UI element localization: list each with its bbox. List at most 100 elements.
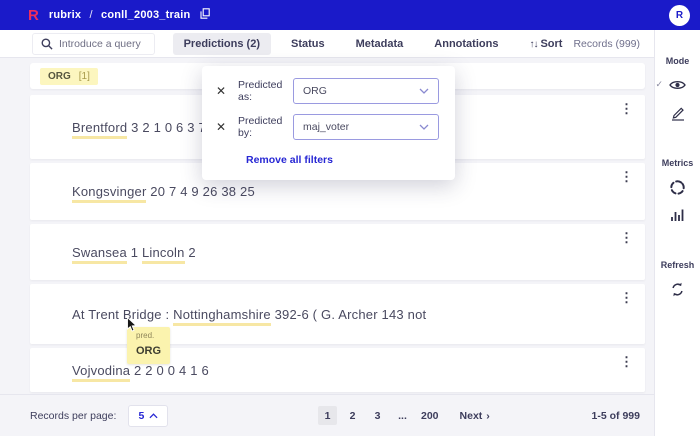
eye-icon[interactable]: ✓ — [656, 76, 688, 94]
filter-chip-label: ORG — [48, 70, 71, 82]
record-menu-kebab-icon[interactable]: ⋮ — [620, 291, 633, 304]
entity-span[interactable]: Lincoln — [141, 244, 185, 264]
page-button-dotdotdot[interactable]: ... — [393, 406, 412, 425]
entity-span[interactable]: Swansea — [72, 244, 127, 264]
record-token: 2 2 0 0 4 1 6 — [130, 362, 209, 378]
filters-header: Predictions (2) Status Metadata Annotations… — [0, 30, 654, 58]
sidebar-group-label: Refresh — [660, 260, 695, 270]
records-area: ORG [1] Brentford 3 2 1 0 6 3 7 ⋮ Kongsvin… — [0, 58, 654, 394]
next-arrow-icon: › — [486, 409, 490, 422]
record-text: Brentford 3 2 1 0 6 3 7 — [72, 119, 206, 139]
filter-value-select[interactable]: ORG — [293, 78, 439, 104]
entity-span[interactable]: Kongsvinger — [72, 184, 147, 203]
sidebar-rail: Mode ✓ Metrics Refresh — [654, 30, 700, 436]
record-menu-kebab-icon[interactable]: ⋮ — [620, 170, 633, 183]
record-token: 392-6 ( G. Archer 143 not — [270, 306, 427, 322]
topbar: R rubrix / conll_2003_train R — [0, 0, 700, 30]
filter-selected-value: ORG — [303, 85, 327, 97]
check-icon: ✓ — [655, 79, 664, 89]
filter-value-select[interactable]: maj_voter — [293, 114, 439, 140]
chevron-up-icon — [149, 412, 158, 418]
page-button-2[interactable]: 2 — [343, 406, 362, 425]
record-card: At Trent Bridge : Nottinghamshire 392-6 … — [30, 284, 645, 364]
remove-filter-icon[interactable]: ✕ — [216, 120, 232, 134]
record-card: Swansea 1 Lincoln 2 ⋮ — [30, 224, 645, 280]
tab-status[interactable]: Status — [280, 33, 336, 55]
remove-all-filters-link[interactable]: Remove all filters — [246, 154, 333, 166]
breadcrumb-dataset: conll_2003_train — [101, 9, 191, 21]
sidebar-group-label: Metrics — [661, 158, 694, 168]
main-area: Predictions (2) Status Metadata Annotations… — [0, 30, 654, 436]
record-card: Vojvodina 2 2 0 0 4 1 6 ⋮ — [30, 348, 645, 392]
record-text: Kongsvinger 20 7 4 9 26 38 25 — [72, 184, 255, 203]
tab-label: Predictions (2) — [183, 37, 260, 50]
record-token: 2 — [184, 244, 196, 260]
filter-tabs: Predictions (2) Status Metadata Annotations… — [172, 32, 574, 55]
tab-label: Status — [290, 37, 325, 50]
record-menu-kebab-icon[interactable]: ⋮ — [620, 355, 633, 368]
prediction-tooltip-label: ORG — [136, 345, 162, 357]
donut-icon[interactable] — [667, 178, 687, 196]
user-avatar[interactable]: R — [669, 4, 690, 26]
search-input[interactable] — [59, 37, 146, 50]
sidebar-group-refresh: Refresh — [660, 246, 695, 298]
predictions-filter-panel: ✕ Predicted as: ORG ✕ Predicted by: maj_voter… — [202, 66, 455, 180]
pagination-footer: Records per page: 5 1 2 3... 200 Next › 1-5 o… — [0, 394, 654, 436]
page-button-3[interactable]: 3 — [368, 406, 387, 425]
pagination: 1 2 3... 200 Next › — [318, 406, 490, 425]
rubrix-logo-icon[interactable]: R — [28, 7, 39, 24]
pencil-icon[interactable] — [668, 104, 688, 122]
record-token: 1 — [126, 244, 142, 260]
next-label: Next — [459, 409, 483, 422]
mouse-cursor-icon — [126, 316, 138, 338]
sidebar-group-metrics: Metrics — [661, 144, 694, 224]
bars-icon[interactable] — [667, 206, 687, 224]
record-text: Swansea 1 Lincoln 2 — [72, 244, 196, 264]
record-token: 3 2 1 0 6 3 7 — [127, 119, 206, 135]
tab-annotations[interactable]: Annotations — [423, 33, 509, 55]
record-token: At Trent Bridge : — [72, 306, 174, 322]
chevron-down-icon — [419, 88, 429, 94]
filter-chip-org[interactable]: ORG [1] — [40, 67, 98, 85]
tab-label: Sort — [540, 37, 563, 50]
breadcrumb-separator: / — [89, 9, 93, 21]
tab-label: Metadata — [355, 37, 404, 50]
breadcrumb-app[interactable]: rubrix — [49, 9, 81, 21]
filter-row-label: Predicted by: — [238, 115, 283, 139]
sidebar-group-mode: Mode ✓ — [656, 42, 690, 122]
records-per-page-select[interactable]: 5 — [128, 404, 169, 427]
prediction-tooltip-kicker: pred. — [136, 331, 155, 340]
breadcrumb: rubrix / conll_2003_train — [49, 8, 210, 22]
search-box[interactable] — [32, 32, 155, 55]
record-token: 20 7 4 9 26 38 25 — [146, 184, 255, 199]
tab-predictions-2[interactable]: Predictions (2) — [172, 32, 271, 55]
records-per-page-value: 5 — [138, 409, 145, 422]
copy-icon[interactable] — [200, 8, 210, 22]
remove-filter-icon[interactable]: ✕ — [216, 84, 232, 98]
record-menu-kebab-icon[interactable]: ⋮ — [620, 102, 633, 115]
filter-row-label: Predicted as: — [238, 79, 283, 103]
filter-chip-count: [1] — [78, 70, 90, 82]
refresh-icon[interactable] — [667, 280, 687, 298]
rubrix-app: R rubrix / conll_2003_train R Prediction… — [0, 0, 700, 436]
entity-span[interactable]: Nottinghamshire — [173, 306, 271, 326]
entity-span[interactable]: Brentford — [72, 119, 128, 139]
records-count: Records (999) — [573, 37, 640, 50]
filter-selected-value: maj_voter — [303, 121, 350, 133]
record-menu-kebab-icon[interactable]: ⋮ — [620, 231, 633, 244]
records-per-page-label: Records per page: — [30, 409, 117, 422]
page-button-200[interactable]: 200 — [418, 406, 442, 425]
entity-span[interactable]: Vojvodina — [72, 362, 131, 382]
records-range: 1-5 of 999 — [591, 409, 640, 422]
sort-arrows-icon: ↑↓ — [529, 38, 538, 50]
chevron-down-icon — [419, 124, 429, 130]
tab-sort[interactable]: ↑↓ Sort — [518, 33, 573, 55]
record-text: Vojvodina 2 2 0 0 4 1 6 — [72, 362, 209, 382]
tab-metadata[interactable]: Metadata — [345, 33, 415, 55]
sidebar-group-label: Mode — [665, 56, 690, 66]
search-icon — [41, 38, 53, 50]
filter-row-0: ✕ Predicted as: ORG — [216, 78, 439, 104]
page-button-1[interactable]: 1 — [318, 406, 337, 425]
next-page-button[interactable]: Next › — [460, 410, 490, 422]
filter-row-1: ✕ Predicted by: maj_voter — [216, 114, 439, 140]
